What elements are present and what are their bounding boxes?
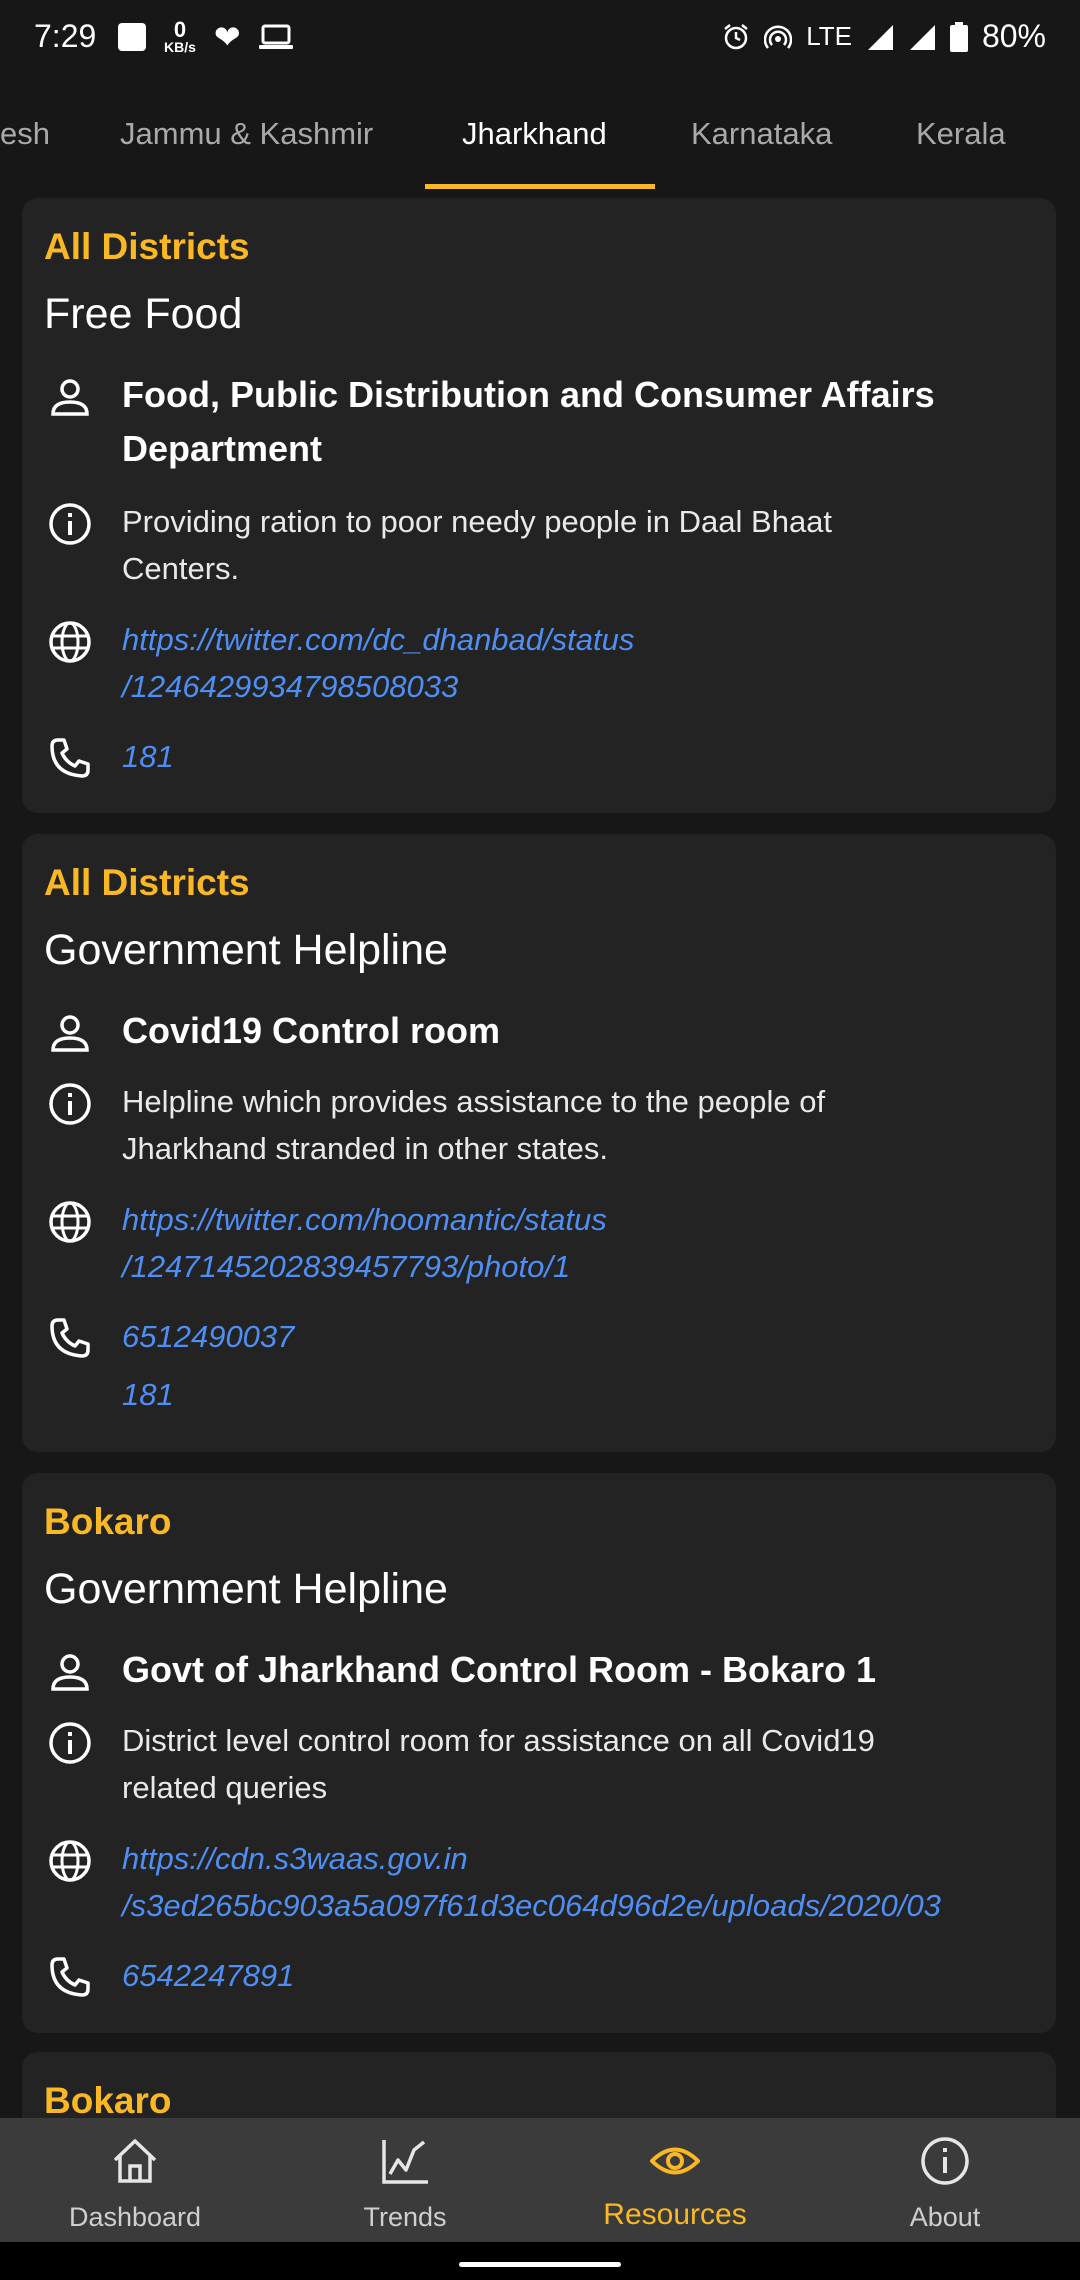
status-time: 7:29	[34, 18, 97, 54]
tab-jharkhand[interactable]: Jharkhand	[462, 116, 607, 152]
nav-about[interactable]: About	[810, 2118, 1080, 2242]
nav-label: Resources	[603, 2198, 747, 2231]
district-label: All Districts	[44, 862, 250, 903]
globe-icon	[49, 1201, 91, 1243]
phone-number[interactable]: 181	[122, 1366, 1022, 1424]
category-title: Free Food	[44, 290, 243, 338]
nav-trends[interactable]: Trends	[270, 2118, 540, 2242]
description-text: District level control room for assistan…	[122, 1723, 875, 1758]
district-label: All Districts	[44, 226, 250, 267]
globe-icon	[49, 1840, 91, 1882]
phone-icon	[50, 738, 90, 778]
resource-link[interactable]: https://twitter.com/hoomantic/status /12…	[122, 1196, 1022, 1290]
home-icon	[113, 2139, 157, 2183]
notification-square-icon	[118, 23, 146, 51]
battery-percent: 80%	[981, 18, 1046, 54]
nav-label: Dashboard	[68, 2202, 202, 2232]
nav-label: Trends	[363, 2202, 447, 2232]
battery-icon	[949, 21, 968, 52]
organization-name-cont: Department	[122, 428, 323, 469]
description-text: Helpline which provides assistance to th…	[122, 1084, 826, 1119]
state-tabs: esh Jammu & Kashmir Jharkhand Karnataka …	[0, 96, 1080, 189]
phone-number[interactable]: 6512490037	[122, 1308, 1022, 1366]
category-title: Government Helpline	[44, 926, 448, 974]
signal-icon	[867, 24, 893, 50]
organization-name: Food, Public Distribution and Consumer A…	[122, 374, 935, 415]
network-type: LTE	[806, 21, 852, 51]
district-label: Bokaro	[44, 2080, 172, 2121]
description-text: Providing ration to poor needy people in…	[122, 504, 833, 539]
resource-link[interactable]: https://cdn.s3waas.gov.in /s3ed265bc903a…	[122, 1835, 1022, 1929]
nav-label: About	[909, 2202, 981, 2232]
phone-number[interactable]: 6542247891	[122, 1947, 1022, 2005]
tab-karnataka[interactable]: Karnataka	[691, 116, 832, 152]
signal-icon-2	[909, 24, 935, 50]
info-icon	[921, 2137, 969, 2185]
phone-icon	[50, 1318, 90, 1358]
phone-icon	[50, 1957, 90, 1997]
gesture-area	[0, 2242, 1080, 2280]
info-icon	[49, 1722, 91, 1764]
resource-link[interactable]: https://twitter.com/dc_dhanbad/status /1…	[122, 616, 1022, 710]
description-text-cont: related queries	[122, 1770, 328, 1805]
organization-name: Govt of Jharkhand Control Room - Bokaro …	[122, 1649, 877, 1690]
home-gesture-bar[interactable]	[459, 2262, 621, 2267]
info-icon	[49, 1083, 91, 1125]
nav-dashboard[interactable]: Dashboard	[0, 2118, 270, 2242]
eye-icon	[650, 2147, 700, 2175]
organization-name: Covid19 Control room	[122, 1010, 501, 1051]
globe-icon	[49, 621, 91, 663]
heart-icon: ❤	[213, 18, 241, 56]
tab-kerala[interactable]: Kerala	[916, 116, 1006, 152]
status-bar: 7:29 0 KB/s ❤ LTE 80%	[0, 0, 1080, 80]
phone-number[interactable]: 181	[122, 728, 1022, 786]
person-icon	[51, 1015, 89, 1052]
description-text-cont: Centers.	[122, 551, 240, 586]
description-text-cont: Jharkhand stranded in other states.	[122, 1131, 608, 1166]
district-label: Bokaro	[44, 1501, 172, 1542]
resource-card: Bokaro Government Helpline Govt of Jhark…	[22, 1473, 1056, 2033]
net-speed-indicator: 0 KB/s	[164, 17, 196, 55]
alarm-icon	[724, 23, 748, 49]
bottom-navigation: Dashboard Trends Resources About	[0, 2118, 1080, 2242]
laptop-icon	[258, 24, 293, 49]
active-tab-indicator	[425, 184, 655, 189]
nav-resources[interactable]: Resources	[540, 2118, 810, 2242]
tab-jammu-kashmir[interactable]: Jammu & Kashmir	[120, 116, 373, 152]
resource-card: All Districts Government Helpline Covid1…	[22, 834, 1056, 1452]
tab-partial-state[interactable]: esh	[0, 116, 50, 152]
line-chart-icon	[382, 2140, 428, 2184]
hotspot-icon	[764, 24, 793, 49]
info-icon	[49, 503, 91, 545]
category-title: Government Helpline	[44, 1565, 448, 1613]
person-icon	[51, 1654, 89, 1691]
resource-card: All Districts Free Food Food, Public Dis…	[22, 198, 1056, 813]
person-icon	[51, 379, 89, 416]
